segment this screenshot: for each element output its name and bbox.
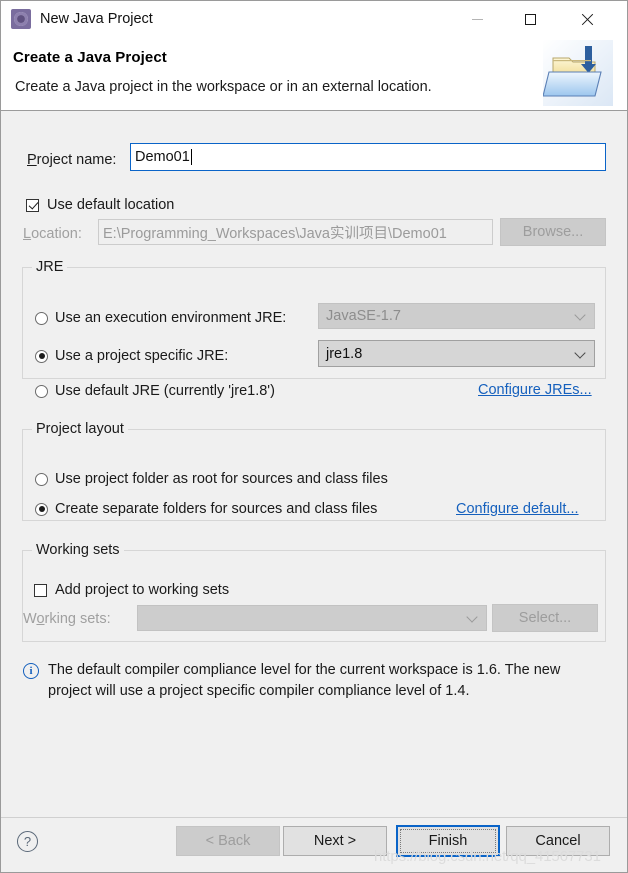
project-name-label: Project name: [27,152,117,168]
cancel-label: Cancel [535,833,581,849]
project-name-value: Demo01 [135,149,190,165]
working-sets-group-title: Working sets [32,542,124,558]
radio-circle [35,384,48,398]
browse-label: Browse... [522,224,584,240]
minimize-button[interactable] [454,1,500,37]
browse-button[interactable]: Browse... [500,218,606,246]
select-label: Select... [518,610,572,626]
window-title: New Java Project [40,11,153,27]
project-specific-jre-value: jre1.8 [326,345,363,362]
next-label: Next > [313,833,357,849]
finish-button[interactable]: Finish [396,825,500,857]
info-circle-icon: i [23,663,39,679]
info-message: The default compiler compliance level fo… [48,662,561,699]
select-working-sets-button[interactable]: Select... [492,604,598,632]
configure-default-link[interactable]: Configure default... [456,501,579,517]
java-project-folder-icon [543,40,613,106]
chevron-down-icon [574,346,586,359]
project-layout-group-title: Project layout [32,421,128,437]
close-button[interactable] [563,1,609,37]
eclipse-java-icon [11,9,31,29]
jre-option-default[interactable]: Use default JRE (currently 'jre1.8') [35,383,275,399]
back-label: < Back [205,833,251,849]
text-caret [190,149,192,165]
back-button[interactable]: < Back [176,826,280,856]
project-specific-jre-combo[interactable]: jre1.8 [318,340,595,367]
jre-option-project-specific-label: Use a project specific JRE: [55,348,229,364]
execution-environment-value: JavaSE-1.7 [326,308,401,324]
layout-option-project-folder-label: Use project folder as root for sources a… [55,471,388,487]
layout-option-project-folder[interactable]: Use project folder as root for sources a… [35,471,388,487]
page-title: Create a Java Project [13,49,167,66]
cancel-button[interactable]: Cancel [506,826,610,856]
execution-environment-combo[interactable]: JavaSE-1.7 [318,303,595,329]
jre-option-execution-environment[interactable]: Use an execution environment JRE: [35,310,286,326]
help-question-icon[interactable]: ? [17,831,38,852]
use-default-location-label: Use default location [47,197,175,213]
layout-option-separate-folders-label: Create separate folders for sources and … [55,501,378,517]
close-icon [580,13,593,26]
radio-circle [35,349,48,363]
location-label: Location: [23,226,82,242]
location-value: E:\Programming_Workspaces\Java实训项目\Demo0… [103,225,447,242]
minimize-icon [471,18,483,20]
working-sets-combo[interactable] [137,605,487,631]
add-to-working-sets-label: Add project to working sets [55,582,230,598]
configure-jres-link[interactable]: Configure JREs... [478,382,592,398]
chevron-down-icon [574,309,586,321]
finish-label: Finish [428,833,468,849]
chevron-down-icon [466,611,478,623]
use-default-location-checkbox[interactable]: Use default location [26,197,174,213]
dialog-content: Project name: Demo01 Use default locatio… [1,111,627,817]
jre-group-title: JRE [32,259,68,275]
next-button[interactable]: Next > [283,826,387,856]
maximize-button[interactable] [507,1,553,37]
new-java-project-dialog: New Java Project Create a Java Project C… [0,0,628,873]
maximize-icon [524,13,536,25]
page-description: Create a Java project in the workspace o… [15,79,432,95]
layout-option-separate-folders[interactable]: Create separate folders for sources and … [35,501,377,517]
checkbox-box [26,198,39,212]
checkbox-box [34,583,47,597]
jre-option-execution-environment-label: Use an execution environment JRE: [55,310,287,326]
jre-option-project-specific[interactable]: Use a project specific JRE: [35,348,228,364]
working-sets-combo-label: Working sets: [23,611,111,627]
radio-circle [35,472,48,486]
wizard-header: Create a Java Project Create a Java proj… [1,37,627,111]
jre-option-default-label: Use default JRE (currently 'jre1.8') [55,383,275,399]
project-name-input[interactable]: Demo01 [130,143,606,171]
location-input[interactable]: E:\Programming_Workspaces\Java实训项目\Demo0… [98,219,493,245]
radio-circle [35,502,48,516]
radio-circle [35,311,48,325]
add-to-working-sets-checkbox[interactable]: Add project to working sets [34,582,229,598]
